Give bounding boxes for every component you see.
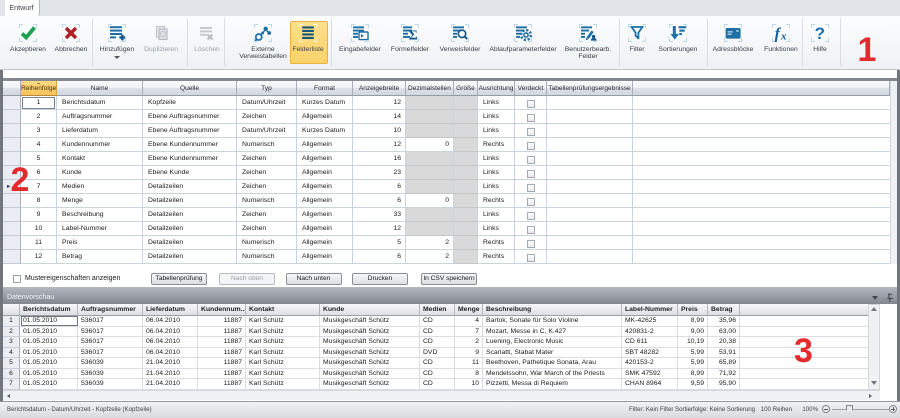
svg-text:?: ? bbox=[815, 24, 825, 43]
svg-text:x: x bbox=[780, 31, 787, 43]
svg-text:Σ: Σ bbox=[409, 29, 418, 43]
